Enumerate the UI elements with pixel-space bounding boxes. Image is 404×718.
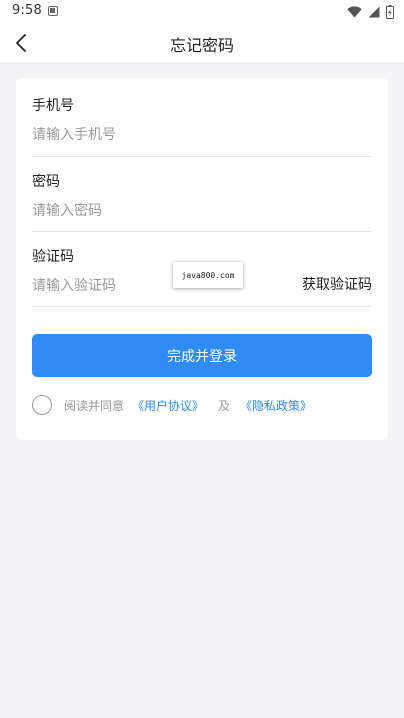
user-agreement-link[interactable]: 《用户协议》 xyxy=(132,397,204,414)
agree-checkbox[interactable] xyxy=(32,395,52,415)
cellular-signal-icon xyxy=(368,6,380,18)
password-field-group: 密码 xyxy=(32,154,372,234)
agreement-prefix: 阅读并同意 xyxy=(64,398,125,413)
status-icons xyxy=(347,4,394,20)
agreement-row: 阅读并同意 《用户协议》 及 《隐私政策》 xyxy=(32,394,312,416)
battery-icon xyxy=(386,5,394,19)
submit-button[interactable]: 完成并登录 xyxy=(32,334,372,377)
agreement-and: 及 xyxy=(218,398,231,413)
divider xyxy=(32,306,372,307)
status-time: 9:58 xyxy=(12,3,42,18)
form-card: 手机号 密码 验证码 获取验证码 java800.com 完成并登录 阅读并同意… xyxy=(16,78,388,440)
header: 忘记密码 xyxy=(0,24,404,62)
password-input[interactable] xyxy=(32,200,292,222)
status-bar: 9:58 xyxy=(0,0,404,24)
password-label: 密码 xyxy=(32,174,60,190)
page-title: 忘记密码 xyxy=(169,36,234,55)
a-notification-icon xyxy=(48,6,58,16)
phone-input[interactable] xyxy=(32,124,292,146)
code-label: 验证码 xyxy=(32,249,74,265)
privacy-policy-link[interactable]: 《隐私政策》 xyxy=(240,397,312,414)
phone-field-group: 手机号 xyxy=(32,78,372,158)
wifi-icon xyxy=(347,6,362,18)
get-code-button[interactable]: 获取验证码 xyxy=(302,274,372,294)
watermark-tooltip: java800.com xyxy=(173,262,243,288)
phone-label: 手机号 xyxy=(32,98,74,114)
